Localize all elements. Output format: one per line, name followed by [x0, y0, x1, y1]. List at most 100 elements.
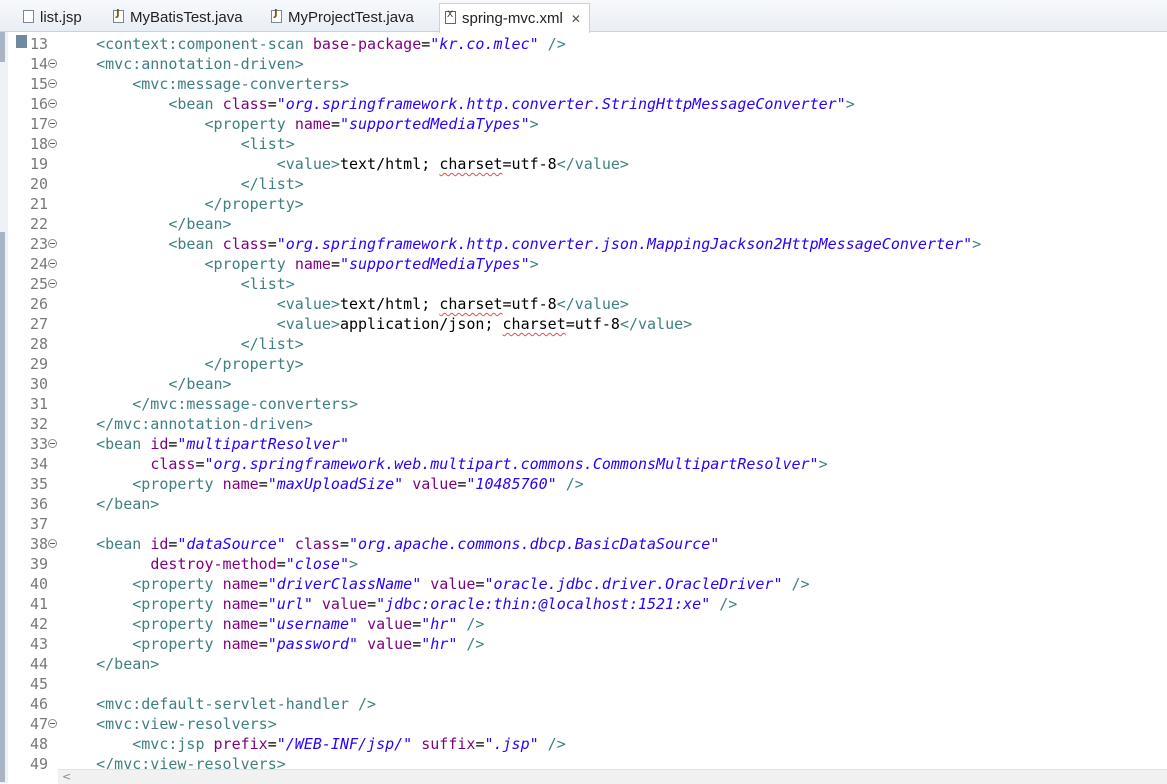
xml-tag-token: </property>: [204, 195, 304, 213]
code-line[interactable]: 38 <bean id="dataSource" class="org.apac…: [18, 534, 1167, 554]
line-number: 46: [30, 695, 49, 713]
xml-value-token: "kr.co.mlec": [430, 35, 539, 53]
code-line[interactable]: 21 </property>: [18, 194, 1167, 214]
code-line[interactable]: 22 </bean>: [18, 214, 1167, 234]
code-line[interactable]: 34 class="org.springframework.web.multip…: [18, 454, 1167, 474]
fold-toggle-icon[interactable]: [48, 99, 57, 108]
fold-toggle-icon[interactable]: [48, 539, 57, 548]
code-editor[interactable]: 13 <context:component-scan base-package=…: [18, 32, 1167, 769]
text-token: =: [258, 575, 268, 593]
tab-spring-mvc-xml[interactable]: spring-mvc.xml ✕: [439, 3, 590, 33]
fold-toggle-icon[interactable]: [48, 139, 57, 148]
code-line[interactable]: 24 <property name="supportedMediaTypes">: [18, 254, 1167, 274]
code-line[interactable]: 39 destroy-method="close">: [18, 554, 1167, 574]
text-token: text/html;: [339, 155, 440, 173]
code-line[interactable]: 49 </mvc:view-resolvers>: [18, 754, 1167, 769]
xml-attribute-token: value: [367, 635, 413, 653]
xml-value-token: "10485760": [466, 475, 557, 493]
code-text: <context:component-scan base-package="kr…: [60, 34, 566, 54]
xml-tag-token: <property: [132, 595, 223, 613]
code-line[interactable]: 17 <property name="supportedMediaTypes">: [18, 114, 1167, 134]
code-line[interactable]: 13 <context:component-scan base-package=…: [18, 34, 1167, 54]
java-file-icon: [113, 8, 124, 23]
code-line[interactable]: 29 </property>: [18, 354, 1167, 374]
code-text: destroy-method="close">: [60, 554, 358, 574]
text-token: =: [195, 455, 205, 473]
code-line[interactable]: 27 <value>application/json; charset=utf-…: [18, 314, 1167, 334]
text-token: =: [367, 595, 377, 613]
xml-tag-token: <mvc:view-resolvers>: [96, 715, 277, 733]
code-line[interactable]: 41 <property name="url" value="jdbc:orac…: [18, 594, 1167, 614]
horizontal-scrollbar[interactable]: <: [58, 769, 1167, 784]
line-number: 25: [30, 275, 49, 293]
code-line[interactable]: 15 <mvc:message-converters>: [18, 74, 1167, 94]
code-line[interactable]: 25 <list>: [18, 274, 1167, 294]
code-line[interactable]: 20 </list>: [18, 174, 1167, 194]
code-line[interactable]: 42 <property name="username" value="hr" …: [18, 614, 1167, 634]
line-number: 24: [30, 255, 49, 273]
code-line[interactable]: 19 <value>text/html; charset=utf-8</valu…: [18, 154, 1167, 174]
code-line[interactable]: 48 <mvc:jsp prefix="/WEB-INF/jsp/" suffi…: [18, 734, 1167, 754]
fold-toggle-icon[interactable]: [48, 439, 57, 448]
xml-tag-token: <property: [132, 575, 223, 593]
tab-myprojecttest-java[interactable]: MyProjectTest.java: [266, 3, 432, 32]
code-line[interactable]: 26 <value>text/html; charset=utf-8</valu…: [18, 294, 1167, 314]
code-line[interactable]: 37: [18, 514, 1167, 534]
code-line[interactable]: 40 <property name="driverClassName" valu…: [18, 574, 1167, 594]
fold-toggle-icon[interactable]: [48, 119, 57, 128]
code-line[interactable]: 14 <mvc:annotation-driven>: [18, 54, 1167, 74]
xml-value-token: "supportedMediaTypes": [339, 115, 530, 133]
tab-mybatistest-java[interactable]: MyBatisTest.java: [108, 3, 254, 32]
code-line[interactable]: 30 </bean>: [18, 374, 1167, 394]
xml-attribute-token: value: [430, 575, 476, 593]
code-line[interactable]: 36 </bean>: [18, 494, 1167, 514]
fold-toggle-icon[interactable]: [48, 259, 57, 268]
close-icon[interactable]: ✕: [571, 12, 581, 26]
xml-attribute-token: base-package: [312, 35, 422, 53]
fold-toggle-icon[interactable]: [48, 239, 57, 248]
code-line[interactable]: 46 <mvc:default-servlet-handler />: [18, 694, 1167, 714]
tab-list-jsp[interactable]: list.jsp: [18, 3, 102, 32]
fold-toggle-icon[interactable]: [48, 59, 57, 68]
xml-tag-token: </mvc:message-converters>: [132, 395, 359, 413]
code-text: </list>: [60, 174, 304, 194]
code-line[interactable]: 31 </mvc:message-converters>: [18, 394, 1167, 414]
scroll-left-icon[interactable]: <: [62, 770, 71, 783]
xml-tag-token: >: [818, 455, 828, 473]
fold-toggle-icon[interactable]: [48, 79, 57, 88]
xml-tag-token: </bean>: [168, 215, 232, 233]
code-line[interactable]: 16 <bean class="org.springframework.http…: [18, 94, 1167, 114]
code-line[interactable]: 47 <mvc:view-resolvers>: [18, 714, 1167, 734]
code-text: <bean class="org.springframework.http.co…: [60, 94, 854, 114]
xml-attribute-token: value: [412, 475, 458, 493]
line-number: 38: [30, 535, 49, 553]
xml-tag-token: <property: [132, 475, 223, 493]
line-number: 45: [30, 675, 49, 693]
xml-attribute-token: destroy-method: [150, 555, 277, 573]
code-line[interactable]: 45: [18, 674, 1167, 694]
code-line[interactable]: 28 </list>: [18, 334, 1167, 354]
code-line[interactable]: 44 </bean>: [18, 654, 1167, 674]
code-line[interactable]: 32 </mvc:annotation-driven>: [18, 414, 1167, 434]
fold-toggle-icon[interactable]: [48, 279, 57, 288]
xml-tag-token: <context:component-scan: [96, 35, 313, 53]
xml-attribute-token: class: [294, 535, 340, 553]
code-line[interactable]: 33 <bean id="multipartResolver": [18, 434, 1167, 454]
code-text: </bean>: [60, 654, 159, 674]
xml-tag-token: <value>: [276, 295, 340, 313]
xml-attribute-token: name: [222, 595, 259, 613]
fold-toggle-icon[interactable]: [48, 719, 57, 728]
code-line[interactable]: 43 <property name="password" value="hr" …: [18, 634, 1167, 654]
code-line[interactable]: 18 <list>: [18, 134, 1167, 154]
code-line[interactable]: 23 <bean class="org.springframework.http…: [18, 234, 1167, 254]
code-line[interactable]: 35 <property name="maxUploadSize" value=…: [18, 474, 1167, 494]
code-text: </bean>: [60, 214, 232, 234]
xml-attribute-token: class: [222, 235, 268, 253]
